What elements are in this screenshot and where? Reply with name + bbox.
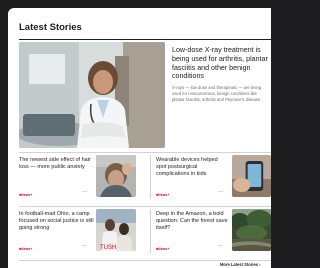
story-thumbnail[interactable] (232, 155, 271, 197)
more-options-icon[interactable]: ··· (218, 243, 223, 249)
doctor-photo-icon (19, 42, 165, 148)
forest-photo-icon (232, 209, 271, 251)
latest-stories-panel: Latest Stories Low-dose X-ray treatment … (8, 8, 271, 268)
story-headline[interactable]: Deep in the Amazon, a bold question: Can… (156, 211, 228, 232)
story-thumbnail[interactable]: TUSH (96, 209, 136, 251)
section-divider (19, 39, 271, 40)
hero-summary: X-rays — low dose and therapeutic — are … (172, 85, 262, 102)
camp-photo-icon: TUSH (96, 209, 136, 251)
phone-photo-icon (232, 155, 271, 197)
story-thumbnail[interactable] (232, 209, 271, 251)
news-plus-badge: ■News+ (19, 193, 33, 197)
column-divider (150, 155, 151, 199)
section-title: Latest Stories (19, 22, 82, 33)
hero-headline[interactable]: Low-dose X-ray treatment is being used f… (172, 46, 271, 81)
row-divider (19, 260, 271, 261)
more-options-icon[interactable]: ··· (82, 189, 87, 195)
more-latest-stories-link[interactable]: More Latest Stories › (220, 262, 261, 267)
hair-photo-icon (96, 155, 136, 197)
more-options-icon[interactable]: ··· (218, 189, 223, 195)
story-thumbnail[interactable] (96, 155, 136, 197)
row-divider (19, 206, 271, 207)
row-divider (19, 152, 271, 153)
news-plus-badge: ■News+ (19, 247, 33, 251)
story-headline[interactable]: In football-mad Ohio, a camp focused on … (19, 211, 95, 232)
hero-image[interactable] (19, 42, 165, 148)
news-plus-badge: ■News+ (156, 193, 170, 197)
story-headline[interactable]: The newest side effect of hair loss — mo… (19, 157, 95, 171)
news-plus-badge: ■News+ (156, 247, 170, 251)
more-options-icon[interactable]: ··· (82, 243, 87, 249)
story-headline[interactable]: Wearable devices helped spot postsurgica… (156, 157, 226, 178)
svg-text:TUSH: TUSH (100, 245, 116, 251)
column-divider (150, 209, 151, 253)
